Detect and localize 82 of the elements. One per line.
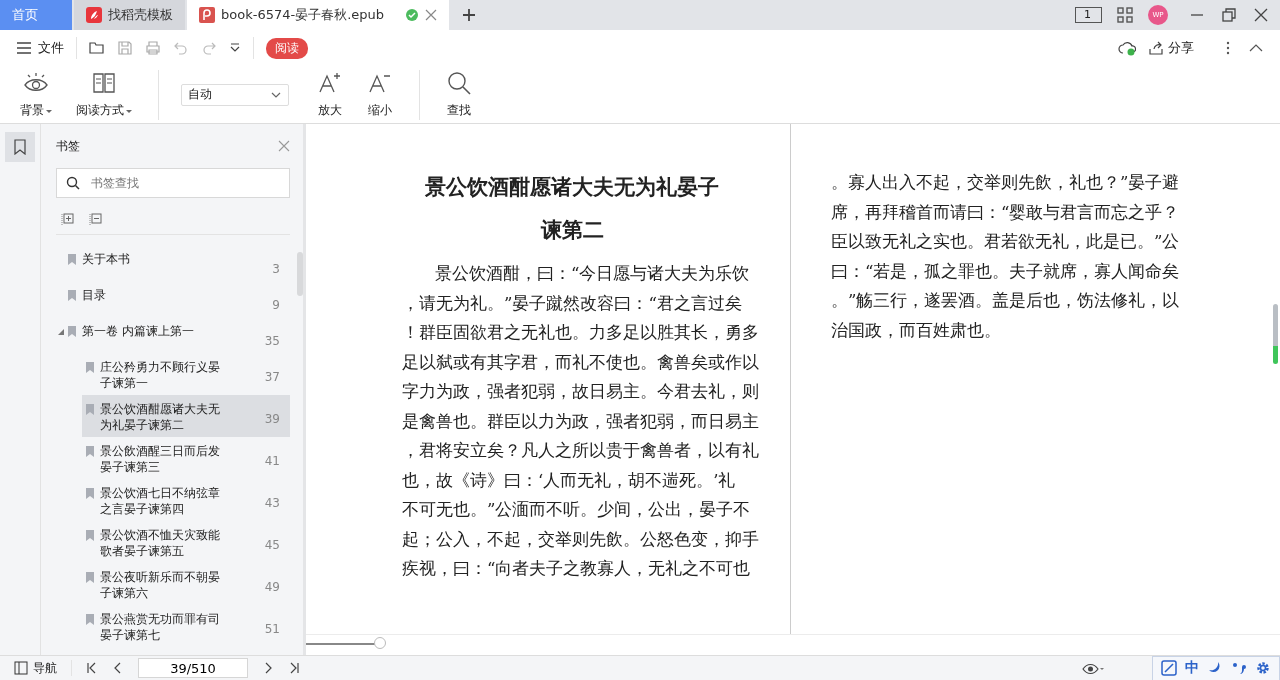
chapter-title: 谏第二 <box>539 216 605 244</box>
bookmark-item[interactable]: 景公燕赏无功而罪有司晏子谏第七 51 <box>82 605 290 647</box>
bookmark-icon <box>86 572 94 583</box>
punctuation-icon[interactable] <box>1231 660 1247 676</box>
expanded-triangle-icon[interactable] <box>58 329 64 335</box>
font-select[interactable]: 自动 <box>181 83 289 106</box>
bookmark-item[interactable]: 景公饮酒不恤天灾致能歌者晏子谏第五 45 <box>82 521 290 563</box>
bookmark-icon <box>68 290 76 301</box>
text-line: 是禽兽也。群臣以力为政，强者犯弱，而日易主 <box>402 410 760 433</box>
bookmark-item[interactable]: 景公夜听新乐而不朝晏子谏第六 49 <box>82 563 290 605</box>
text-line: 治国政，而百姓肃也。 <box>831 319 1002 342</box>
page-field[interactable]: 39/510 <box>138 658 248 678</box>
book-icon <box>91 70 117 96</box>
cloud-sync-icon[interactable] <box>1118 39 1136 57</box>
document-logo-icon <box>199 7 215 23</box>
share-icon <box>1148 40 1164 56</box>
bookmark-icon <box>86 530 94 541</box>
tab[interactable]: book-6574-晏子春秋.epub <box>187 0 449 30</box>
text-line: 席，再拜稽首而请曰：“婴敢与君言而忘之乎？ <box>831 201 1181 224</box>
dropdown-icon[interactable] <box>229 42 241 54</box>
bookmark-icon <box>68 254 76 265</box>
chapter-title: 景公饮酒酣愿诸大夫无为礼晏子 <box>424 173 720 201</box>
text-line: 曰：“若是，孤之罪也。夫子就席，寡人闻命矣 <box>831 260 1181 283</box>
share-button[interactable]: 分享 <box>1148 39 1194 57</box>
bookmark-item[interactable]: 景公飲酒醒三日而后发晏子谏第三 41 <box>82 437 290 479</box>
menu-icon <box>16 40 32 56</box>
file-menu-button[interactable]: 文件 <box>16 39 64 57</box>
panel-title: 书签 <box>56 137 80 155</box>
navigation-button[interactable]: 导航 <box>14 659 57 677</box>
bookmark-item[interactable]: 景公饮酒七日不纳弦章之言晏子谏第四 43 <box>82 479 290 521</box>
search-field[interactable]: 书签查找 <box>56 168 290 198</box>
expand-all-icon[interactable] <box>61 212 75 226</box>
input-mode-label[interactable]: 中 <box>1185 659 1199 677</box>
close-icon[interactable] <box>425 9 437 21</box>
find-button[interactable]: 查找 <box>438 70 480 119</box>
text-line: ，君将安立矣？凡人之所以贵于禽兽者，以有礼 <box>402 440 760 462</box>
text-line: ，请无为礼。”晏子蹴然改容曰：“君之言过矣 <box>402 292 743 315</box>
pen-icon[interactable] <box>1161 660 1177 676</box>
text-line: 。寡人出入不起，交举则先飲，礼也？”晏子避 <box>831 172 1181 194</box>
text-line: 字力为政，强者犯弱，故日易主。今君去礼，则 <box>402 381 760 403</box>
bookmark-item[interactable]: 第一卷 内篇谏上第一 35 <box>56 317 290 353</box>
zoom-out-button[interactable]: 缩小 <box>359 70 401 119</box>
bookmark-icon <box>86 488 94 499</box>
leaf-logo-icon <box>86 7 102 23</box>
text-line: 疾视，曰：“向者夫子之教寡人，无礼之不可也 <box>402 558 752 580</box>
bookmark-item[interactable]: 关于本书 3 <box>56 245 290 281</box>
bookmark-item[interactable]: 目录 9 <box>56 281 290 317</box>
eye-icon[interactable] <box>1082 661 1104 675</box>
read-layout-button[interactable]: 阅读方式 <box>68 70 140 119</box>
text-line: 足以弑或有其字君，而礼不使也。禽兽矣或作以 <box>402 351 760 374</box>
bookmark-icon <box>86 614 94 625</box>
read-mode-button[interactable]: 阅读 <box>266 37 308 59</box>
bookmark-item[interactable]: 景公饮酒酣愿诸大夫无为礼晏子谏第二 39 <box>82 395 290 437</box>
collapse-all-icon[interactable] <box>89 212 103 226</box>
panel-icon <box>14 661 28 675</box>
settings-icon[interactable] <box>1255 660 1271 676</box>
last-page-icon[interactable] <box>288 662 300 674</box>
bookmark-icon <box>12 139 28 155</box>
text-line: 起；公入，不起，交举则先飲。公怒色变，抑手 <box>402 528 760 551</box>
zoom-in-button[interactable]: 放大 <box>309 70 351 119</box>
grid-icon[interactable] <box>1116 6 1134 24</box>
background-button[interactable]: 背景 <box>12 70 60 119</box>
new-tab-icon[interactable] <box>461 7 477 23</box>
bookmark-tab[interactable] <box>5 132 35 162</box>
tab[interactable]: 找稻壳模板 <box>74 0 185 30</box>
text-line: 不可无也。”公湎而不听。少间，公出，晏子不 <box>402 499 752 521</box>
text-line: ！群臣固欲君之无礼也。力多足以胜其长，勇多 <box>402 322 760 344</box>
bookmark-icon <box>86 362 94 373</box>
search-icon <box>446 70 472 96</box>
text-line: 臣以致无礼之实也。君若欲无礼，此是已。”公 <box>831 231 1181 253</box>
layout-button[interactable]: 1 <box>1075 7 1102 23</box>
bookmark-icon <box>86 404 94 415</box>
bookmark-icon <box>86 446 94 457</box>
restore-icon[interactable] <box>1222 8 1236 22</box>
folder-icon[interactable] <box>89 40 105 56</box>
bookmark-icon <box>68 326 76 337</box>
bookmark-item[interactable]: 庄公矜勇力不顾行义晏子谏第一 37 <box>82 353 290 395</box>
text-line: 也，故《诗》曰：‘人而无礼，胡不遄死。’礼 <box>402 469 737 492</box>
text-line: 景公饮酒酣，曰：“今日愿与诸大夫为乐饮 <box>434 263 751 285</box>
text-line: 。”觞三行，遂罢酒。盖是后也，饬法修礼，以 <box>831 290 1181 312</box>
first-page-icon[interactable] <box>86 662 98 674</box>
close-icon[interactable] <box>1254 8 1268 22</box>
